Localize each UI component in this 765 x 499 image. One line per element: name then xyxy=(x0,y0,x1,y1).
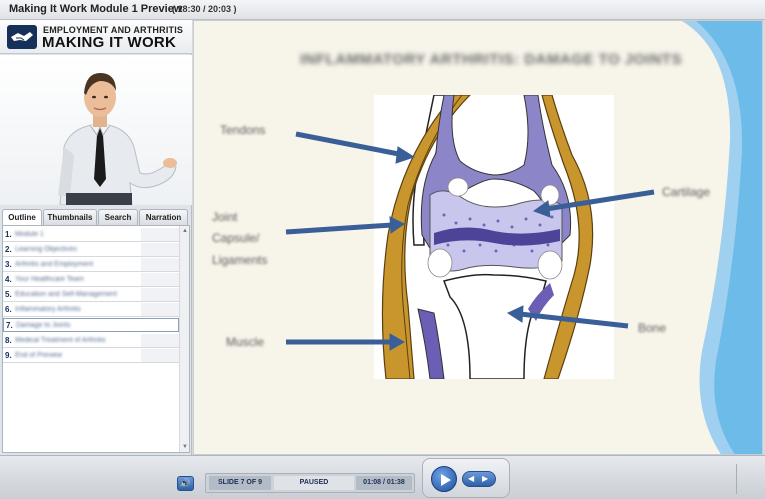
outline-label: Education and Self-Management xyxy=(15,291,117,298)
outline-item-7[interactable]: 7. Damage to Joints xyxy=(3,318,179,332)
scroll-up-icon[interactable]: ▲ xyxy=(181,227,189,235)
outline-item-2[interactable]: 2. Learning Objectives xyxy=(3,243,179,257)
volume-icon[interactable]: 🔊 xyxy=(177,476,194,491)
scroll-down-icon[interactable]: ▼ xyxy=(181,443,189,451)
outline-label: Your Healthcare Team xyxy=(15,276,84,283)
brand-header: EMPLOYMENT AND ARTHRITIS MAKING IT WORK xyxy=(0,20,192,54)
outline-item-5[interactable]: 5. Education and Self-Management xyxy=(3,288,179,302)
outline-number: 8. xyxy=(5,336,12,345)
label-cartilage: Cartilage xyxy=(662,185,711,199)
label-capsule-line3: Ligaments xyxy=(212,253,268,267)
outline-label: Inflammatory Arthritis xyxy=(15,306,81,313)
tab-outline[interactable]: Outline xyxy=(2,209,42,225)
outline-item-3[interactable]: 3. Arthritis and Employment xyxy=(3,258,179,272)
outline-number: 5. xyxy=(5,290,12,299)
pointer-arrows xyxy=(285,131,655,351)
outline-number: 6. xyxy=(5,305,12,314)
label-capsule-line2: Capsule/ xyxy=(212,231,260,245)
slide-canvas: INFLAMMATORY ARTHRITIS: DAMAGE TO JOINTS xyxy=(193,20,763,455)
outline-label: Module 1 xyxy=(15,231,44,238)
outline-number: 1. xyxy=(5,230,12,239)
outline-item-1[interactable]: 1. Module 1 xyxy=(3,228,179,242)
playback-status: SLIDE 7 OF 9 PAUSED 01:08 / 01:38 xyxy=(205,473,415,493)
outline-label: End of Preview xyxy=(15,352,63,359)
play-button[interactable] xyxy=(431,466,457,492)
label-muscle: Muscle xyxy=(226,335,265,349)
transport-controls: ◀ ▶ xyxy=(422,458,510,498)
outline-label: Medical Treatment of Arthritis xyxy=(15,337,106,344)
playback-state: PAUSED xyxy=(274,476,354,490)
app-window: Making It Work Module 1 Preview ( 18:30 … xyxy=(0,0,765,499)
presenter-avatar xyxy=(0,55,192,206)
outline-item-9[interactable]: 9. End of Preview xyxy=(3,349,179,363)
outline-scrollbar[interactable]: ▲ ▼ xyxy=(179,226,189,452)
tab-thumbnails[interactable]: Thumbnails xyxy=(43,209,97,225)
tab-narration[interactable]: Narration xyxy=(139,209,188,225)
outline-item-4[interactable]: 4. Your Healthcare Team xyxy=(3,273,179,287)
brand-title: MAKING IT WORK xyxy=(42,34,177,51)
label-capsule-line1: Joint xyxy=(212,210,238,224)
outline-label: Learning Objectives xyxy=(15,246,77,253)
slide-counter: SLIDE 7 OF 9 xyxy=(209,476,271,490)
outline-item-8[interactable]: 8. Medical Treatment of Arthritis xyxy=(3,334,179,348)
outline-number: 3. xyxy=(5,260,12,269)
outline-item-6[interactable]: 6. Inflammatory Arthritis xyxy=(3,303,179,317)
label-bone: Bone xyxy=(638,321,667,335)
outline-number: 2. xyxy=(5,245,12,254)
next-slide-icon[interactable]: ▶ xyxy=(482,473,488,485)
sidebar: EMPLOYMENT AND ARTHRITIS MAKING IT WORK xyxy=(0,20,192,455)
sidebar-tabs: Outline Thumbnails Search Narration xyxy=(0,209,192,225)
total-time: ( 18:30 / 20:03 ) xyxy=(172,4,237,14)
outline-label: Arthritis and Employment xyxy=(15,261,94,268)
outline-number: 7. xyxy=(6,321,13,330)
outline-number: 4. xyxy=(5,275,12,284)
label-tendons: Tendons xyxy=(220,123,266,137)
play-icon xyxy=(441,474,451,486)
outline-list: 1. Module 1 2. Learning Objectives 3. Ar… xyxy=(2,225,190,453)
tab-search[interactable]: Search xyxy=(98,209,138,225)
outline-label: Damage to Joints xyxy=(16,322,71,329)
outline-number: 9. xyxy=(5,351,12,360)
elapsed-time: 01:08 / 01:38 xyxy=(356,476,412,490)
divider xyxy=(736,464,737,494)
previous-slide-icon[interactable]: ◀ xyxy=(468,473,474,485)
title-bar: Making It Work Module 1 Preview ( 18:30 … xyxy=(0,0,765,20)
window-title: Making It Work Module 1 Preview xyxy=(9,3,183,15)
seek-buttons: ◀ ▶ xyxy=(462,471,496,487)
player-controls-bar: 🔊 SLIDE 7 OF 9 PAUSED 01:08 / 01:38 ◀ ▶ xyxy=(0,455,765,499)
handshake-logo-icon xyxy=(7,25,37,49)
